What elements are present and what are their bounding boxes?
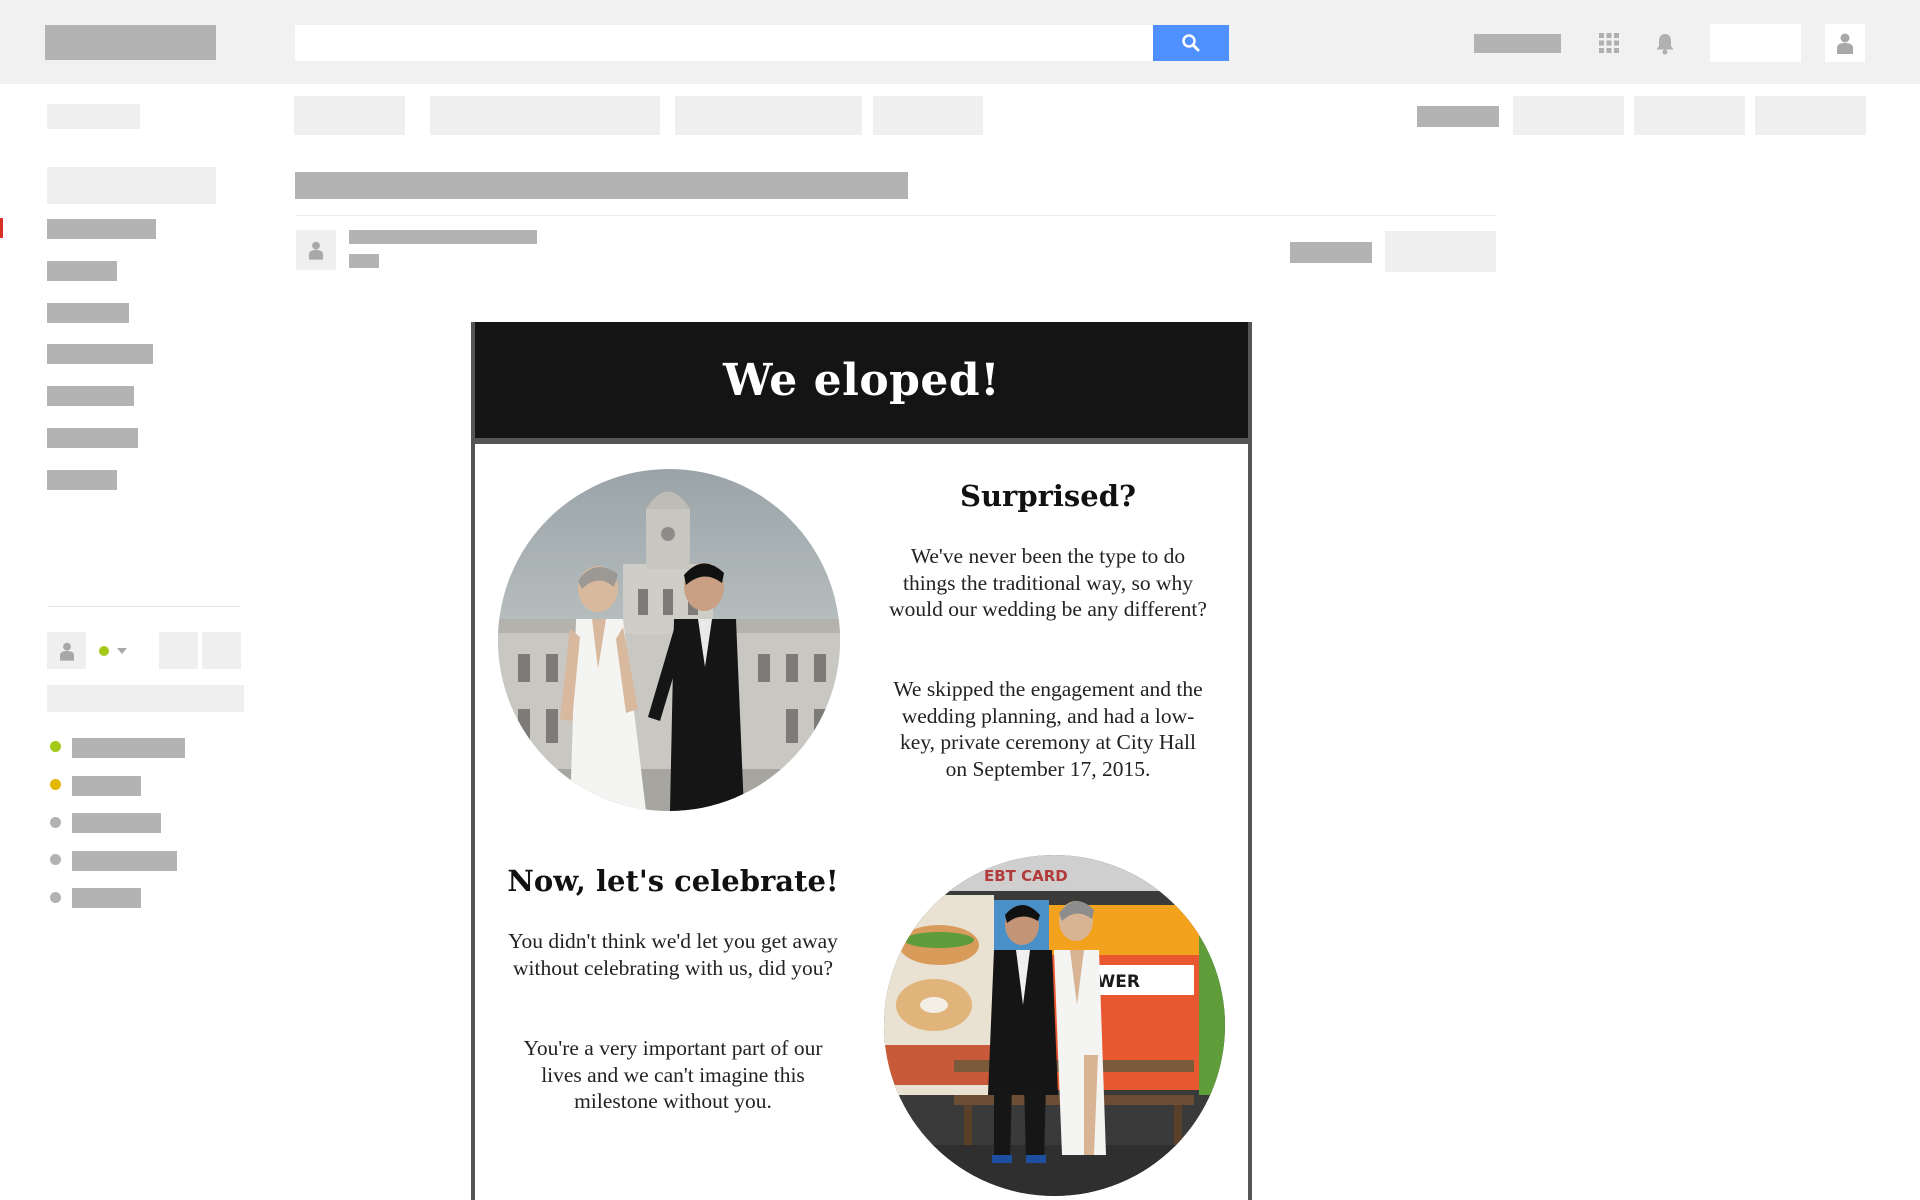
person-icon — [59, 642, 74, 661]
section-title-surprised: Surprised? — [960, 479, 1136, 513]
person-icon — [309, 241, 323, 260]
active-item-marker — [0, 218, 3, 238]
move-to-button[interactable] — [675, 96, 862, 135]
sidebar-app-switcher[interactable] — [47, 104, 140, 129]
sidebar-item-inbox[interactable] — [47, 219, 156, 239]
photo-city-hall-image — [498, 469, 840, 811]
section2-paragraph2: You're a very important part of our live… — [523, 1036, 823, 1113]
contact-status-idle — [50, 779, 61, 790]
section-title-celebrate: Now, let's celebrate! — [507, 864, 839, 898]
chevron-down-icon[interactable] — [116, 647, 128, 655]
chat-hangouts-button[interactable] — [159, 632, 198, 669]
subject-divider — [295, 215, 1496, 216]
sender-name — [349, 230, 537, 244]
settings-button[interactable] — [1755, 96, 1866, 135]
back-button[interactable] — [294, 96, 405, 135]
bell-icon — [1656, 34, 1674, 55]
photo-city-hall — [498, 469, 840, 811]
contact-item[interactable] — [72, 776, 141, 796]
contact-item[interactable] — [72, 813, 161, 833]
chat-call-button[interactable] — [202, 632, 241, 669]
search-input[interactable] — [295, 25, 1153, 61]
email-date — [1290, 242, 1372, 263]
sender-avatar — [296, 230, 336, 270]
sidebar-item-sent[interactable] — [47, 344, 153, 364]
older-button[interactable] — [1513, 96, 1624, 135]
email-banner: We eloped! — [475, 322, 1248, 444]
more-button[interactable] — [873, 96, 983, 135]
notifications-button[interactable] — [1652, 31, 1678, 57]
account-icon — [1837, 33, 1853, 54]
ebt-sign-text: EBT CARD — [984, 867, 1068, 885]
chat-search-input[interactable] — [47, 685, 244, 712]
contact-status-offline — [50, 892, 61, 903]
apps-button[interactable] — [1596, 30, 1622, 56]
section1-paragraph2: We skipped the engagement and the weddin… — [893, 677, 1203, 781]
photo-bench-image: EBT CARD OWER — [884, 855, 1225, 1196]
email-body-card: We eloped! Surprised? We've never been t… — [471, 322, 1252, 1200]
compose-button[interactable] — [47, 167, 216, 204]
apps-grid-icon — [1599, 33, 1619, 53]
sidebar-item-categories[interactable] — [47, 428, 138, 448]
contact-item[interactable] — [72, 888, 141, 908]
pagination-label — [1417, 106, 1499, 127]
search-icon — [1182, 34, 1200, 52]
top-bar — [0, 0, 1920, 84]
sidebar-item-drafts[interactable] — [47, 386, 134, 406]
contact-item[interactable] — [72, 851, 177, 871]
email-headline: We eloped! — [722, 354, 1001, 406]
archive-button[interactable] — [430, 96, 660, 135]
reply-button[interactable] — [1385, 231, 1496, 272]
sidebar-item-important[interactable] — [47, 303, 129, 323]
account-button[interactable] — [1825, 24, 1865, 62]
newer-button[interactable] — [1634, 96, 1745, 135]
search-button[interactable] — [1153, 25, 1229, 61]
photo-bench: EBT CARD OWER — [884, 855, 1225, 1196]
app-logo[interactable] — [45, 25, 216, 60]
user-name — [1474, 34, 1561, 53]
contact-status-offline — [50, 854, 61, 865]
contact-item[interactable] — [72, 738, 185, 758]
sidebar-item-more[interactable] — [47, 470, 117, 490]
section1-paragraph1: We've never been the type to do things t… — [889, 544, 1207, 621]
contact-status-online — [50, 741, 61, 752]
recipient-line — [349, 254, 379, 268]
contact-status-offline — [50, 817, 61, 828]
email-subject — [295, 172, 908, 199]
presence-dot-icon — [99, 646, 109, 656]
section2-paragraph1: You didn't think we'd let you get away w… — [508, 929, 838, 980]
sidebar-divider — [47, 606, 240, 607]
sidebar-item-starred[interactable] — [47, 261, 117, 281]
share-button[interactable] — [1710, 24, 1801, 62]
chat-avatar[interactable] — [47, 632, 86, 669]
